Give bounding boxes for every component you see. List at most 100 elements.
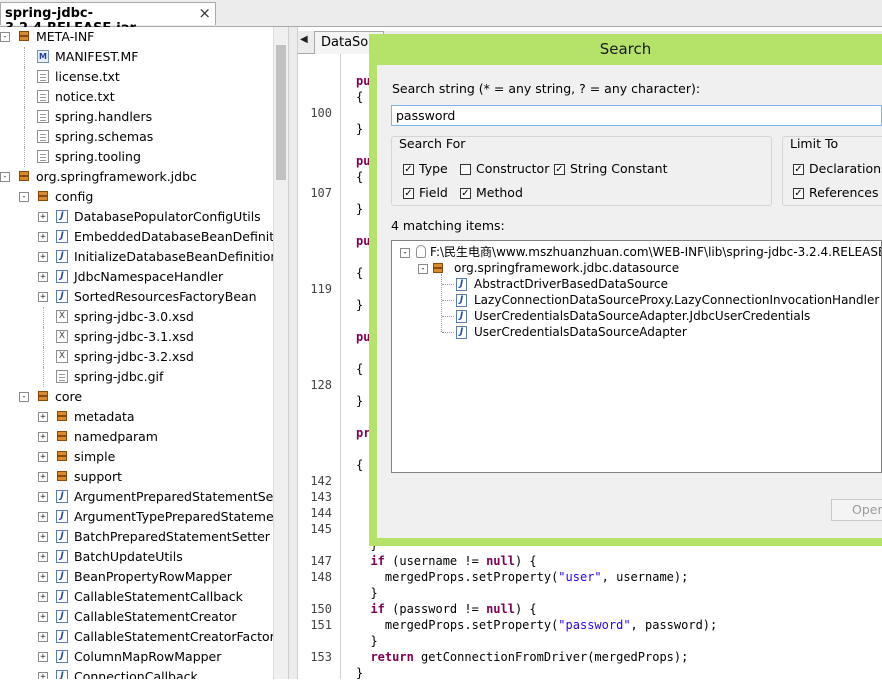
collapse-root-icon[interactable]: - (400, 248, 410, 258)
line-number: 119 (310, 282, 332, 296)
expand-icon[interactable]: + (38, 532, 48, 542)
package-icon (432, 262, 444, 274)
expand-icon[interactable]: + (38, 432, 48, 442)
tree-item[interactable]: notice.txt (0, 87, 273, 107)
checkbox-references[interactable]: ✓ (793, 188, 804, 199)
expand-icon[interactable]: + (38, 652, 48, 662)
close-tab-icon[interactable]: × (198, 4, 211, 22)
collapse-icon[interactable]: - (19, 392, 29, 402)
tree-item[interactable]: Xspring-jdbc-3.1.xsd (0, 327, 273, 347)
checkbox-label: References (809, 185, 879, 200)
checkbox-type[interactable]: ✓ (403, 164, 414, 175)
tree-item-label: DatabasePopulatorConfigUtils (74, 209, 261, 224)
tab-jar-file[interactable]: spring-jdbc-3.2.4.RELEASE.jar × (0, 2, 216, 36)
expand-icon[interactable]: + (38, 252, 48, 262)
expand-icon[interactable]: + (38, 672, 48, 679)
tree-item[interactable]: + J DatabasePopulatorConfigUtils (0, 207, 273, 227)
checkbox-field[interactable]: ✓ (403, 188, 414, 199)
class-icon: J (56, 670, 68, 679)
expand-icon[interactable]: + (38, 452, 48, 462)
expand-icon[interactable]: + (38, 492, 48, 502)
tree-item-label: spring.schemas (55, 129, 154, 144)
tree-item[interactable]: - META-INF (0, 27, 273, 47)
collapse-icon[interactable]: - (0, 32, 10, 42)
tree-item[interactable]: + metadata (0, 407, 273, 427)
tree-item[interactable]: + J InitializeDatabaseBeanDefinitionPa (0, 247, 273, 267)
tree-item[interactable]: Xspring-jdbc-3.0.xsd (0, 307, 273, 327)
collapse-icon[interactable]: - (19, 192, 29, 202)
tree-item[interactable]: - core (0, 387, 273, 407)
package-icon (56, 470, 68, 483)
result-package-label: org.springframework.jdbc.datasource (454, 261, 680, 275)
expand-icon[interactable]: + (38, 572, 48, 582)
tree-item-label: ColumnMapRowMapper (74, 649, 222, 664)
code-line: { (356, 458, 364, 472)
tree-item[interactable]: + J EmbeddedDatabaseBeanDefinition (0, 227, 273, 247)
tree-item-label: notice.txt (55, 89, 115, 104)
expand-icon[interactable]: + (38, 592, 48, 602)
class-icon: J (56, 270, 68, 283)
code-line: } (356, 122, 364, 136)
expand-icon[interactable]: + (38, 232, 48, 242)
tree-item[interactable]: + J CallableStatementCreatorFactory (0, 627, 273, 647)
tab-scroll-left-icon[interactable]: ◀ (300, 34, 308, 45)
tree-item[interactable]: + J CallableStatementCreator (0, 607, 273, 627)
tree-item-label: SortedResourcesFactoryBean (74, 289, 257, 304)
tree-scrollbar-thumb[interactable] (276, 45, 286, 180)
line-number: 128 (310, 378, 332, 392)
expand-icon[interactable]: + (38, 552, 48, 562)
tree-guide-line (442, 316, 454, 317)
tree-item[interactable]: spring-jdbc.gif (0, 367, 273, 387)
collapse-icon[interactable]: - (0, 172, 10, 182)
tree-item[interactable]: + J CallableStatementCallback (0, 587, 273, 607)
tree-guide-line (24, 127, 26, 147)
expand-icon[interactable]: + (38, 512, 48, 522)
expand-icon[interactable]: + (38, 412, 48, 422)
tree-item[interactable]: + J ColumnMapRowMapper (0, 647, 273, 667)
checkbox-string-constant[interactable]: ✓ (554, 164, 565, 175)
tree-item[interactable]: + J BatchPreparedStatementSetter (0, 527, 273, 547)
checkbox-constructor[interactable] (460, 164, 471, 175)
open-button[interactable]: Open (831, 499, 882, 521)
package-icon (56, 450, 68, 463)
pane-splitter[interactable] (288, 27, 298, 679)
tree-item[interactable]: + J ArgumentTypePreparedStatement (0, 507, 273, 527)
tree-item[interactable]: + J BatchUpdateUtils (0, 547, 273, 567)
tree-item[interactable]: - org.springframework.jdbc (0, 167, 273, 187)
expand-icon[interactable]: + (38, 472, 48, 482)
expand-icon[interactable]: + (38, 632, 48, 642)
tree-guide-line (43, 307, 45, 327)
tree-item[interactable]: + J SortedResourcesFactoryBean (0, 287, 273, 307)
text-file-icon (56, 370, 68, 383)
checkbox-label: Field (419, 185, 448, 200)
tree-item-label: ArgumentPreparedStatementSette (74, 489, 273, 504)
tree-item[interactable]: + support (0, 467, 273, 487)
expand-icon[interactable]: + (38, 292, 48, 302)
tree-item-label: namedparam (74, 429, 158, 444)
dialog-body: Search string (* = any string, ? = any c… (377, 65, 882, 538)
collapse-package-icon[interactable]: - (418, 264, 428, 274)
class-icon: J (56, 630, 68, 643)
tree-item[interactable]: M MANIFEST.MF (0, 47, 273, 67)
tree-item[interactable]: + J JdbcNamespaceHandler (0, 267, 273, 287)
search-input[interactable]: password (391, 105, 882, 126)
tree-item[interactable]: license.txt (0, 67, 273, 87)
tree-item[interactable]: + J ConnectionCallback (0, 667, 273, 679)
tree-item[interactable]: + J ArgumentPreparedStatementSette (0, 487, 273, 507)
tree-item-label: license.txt (55, 69, 120, 84)
tree-guide-line (24, 107, 26, 127)
tree-item[interactable]: + simple (0, 447, 273, 467)
checkbox-method[interactable]: ✓ (460, 188, 471, 199)
expand-icon[interactable]: + (38, 272, 48, 282)
tree-item[interactable]: spring.handlers (0, 107, 273, 127)
tree-item[interactable]: Xspring-jdbc-3.2.xsd (0, 347, 273, 367)
tree-item[interactable]: + namedparam (0, 427, 273, 447)
tree-item[interactable]: - config (0, 187, 273, 207)
search-dialog: Search Search string (* = any string, ? … (369, 34, 882, 546)
checkbox-declarations[interactable]: ✓ (793, 164, 804, 175)
expand-icon[interactable]: + (38, 612, 48, 622)
tree-item[interactable]: spring.tooling (0, 147, 273, 167)
expand-icon[interactable]: + (38, 212, 48, 222)
tree-item[interactable]: spring.schemas (0, 127, 273, 147)
tree-item[interactable]: + J BeanPropertyRowMapper (0, 567, 273, 587)
